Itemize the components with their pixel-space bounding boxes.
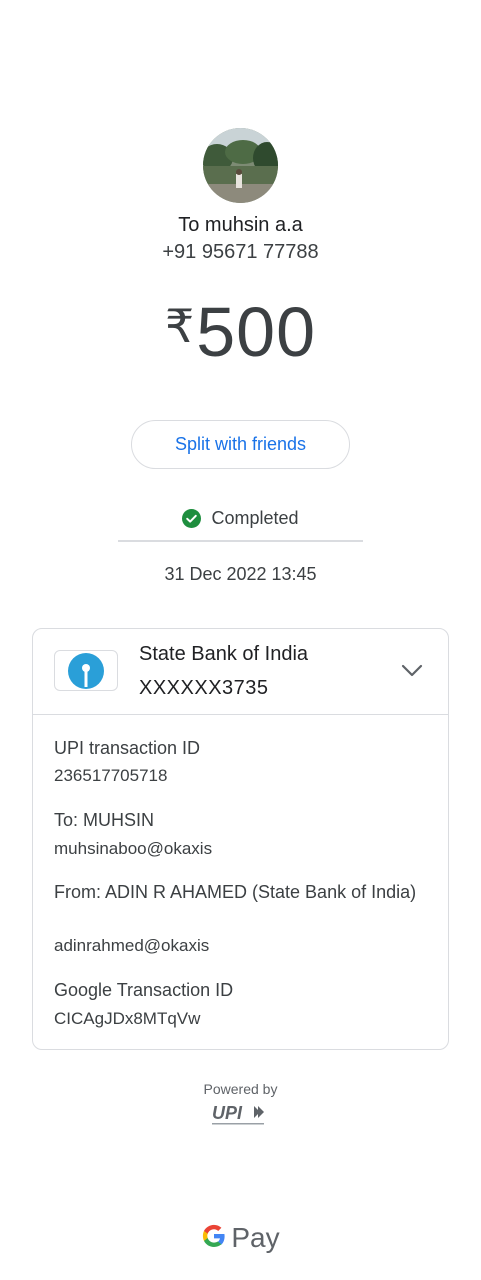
recipient-name: To muhsin a.a — [178, 214, 303, 236]
upi-logo: UPI — [210, 1102, 272, 1128]
payment-status: Completed — [0, 508, 481, 529]
google-pay-logo: Pay — [0, 1222, 481, 1254]
pay-label: Pay — [231, 1222, 280, 1253]
bank-account-number: XXXXXX3735 — [139, 677, 269, 699]
google-transaction-id-value: CICAgJDx8MTqVw — [54, 1009, 201, 1028]
divider — [118, 540, 363, 542]
bank-account-row[interactable]: State Bank of India XXXXXX3735 — [33, 629, 448, 715]
google-transaction-id-label: Google Transaction ID — [54, 980, 234, 1000]
from-upi-id: adinrahmed@okaxis — [54, 936, 210, 955]
payment-amount: ₹500 — [0, 292, 481, 372]
upi-transaction-id-value: 236517705718 — [54, 766, 168, 785]
google-g-icon — [201, 1223, 227, 1254]
chevron-down-icon[interactable] — [400, 659, 424, 683]
sbi-logo-icon — [54, 650, 118, 691]
check-circle-icon — [182, 509, 202, 528]
to-upi-id: muhsinaboo@okaxis — [54, 839, 213, 858]
svg-text:UPI: UPI — [212, 1103, 243, 1123]
currency-symbol: ₹ — [164, 300, 195, 352]
from-label: From: ADIN R AHAMED (State Bank of India… — [54, 882, 417, 902]
recipient-avatar[interactable] — [203, 128, 278, 203]
upi-transaction-id-label: UPI transaction ID — [54, 738, 201, 758]
recipient-phone: +91 95671 77788 — [162, 241, 319, 263]
status-label: Completed — [211, 508, 299, 528]
transaction-details-card: State Bank of India XXXXXX3735 UPI trans… — [32, 628, 449, 1050]
transaction-datetime: 31 Dec 2022 13:45 — [164, 564, 317, 584]
bank-name: State Bank of India — [139, 643, 309, 665]
to-label: To: MUHSIN — [54, 810, 155, 830]
amount-value: 500 — [196, 293, 317, 371]
split-with-friends-button[interactable]: Split with friends — [131, 420, 350, 469]
powered-by-label: Powered by — [203, 1081, 278, 1097]
